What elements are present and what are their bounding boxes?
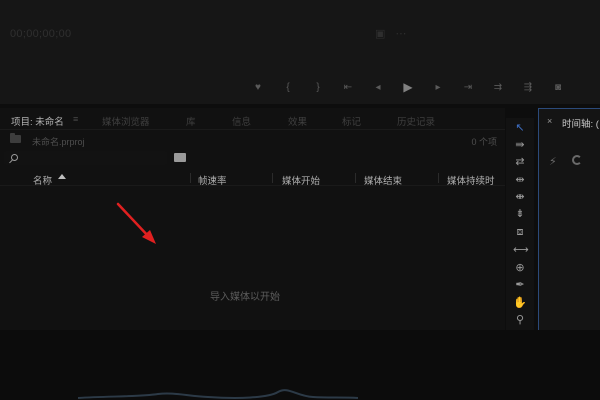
tab-media-browser[interactable]: 媒体浏览器 — [102, 114, 150, 128]
snap-icon[interactable]: ⚡ — [549, 155, 557, 168]
column-divider[interactable] — [272, 173, 273, 183]
export-frame-icon[interactable]: ▣ — [375, 27, 385, 40]
column-divider[interactable] — [438, 173, 439, 183]
column-divider[interactable] — [355, 173, 356, 183]
monitor-icon-group: ▣ ⋯ — [375, 27, 406, 40]
search-row — [0, 150, 505, 166]
audio-waveform-decoration — [78, 389, 358, 399]
overwrite-icon[interactable]: ⇶ — [513, 82, 543, 93]
column-frame-rate[interactable]: 帧速率 — [198, 173, 227, 187]
linked-selection-icon[interactable] — [572, 155, 582, 165]
hand-tool-icon[interactable]: ✒ — [513, 279, 527, 291]
folder-icon — [10, 133, 21, 143]
tab-effects[interactable]: 效果 — [288, 114, 307, 128]
column-media-end[interactable]: 媒体结束 — [364, 173, 402, 187]
insert-icon[interactable]: ⇉ — [483, 82, 513, 93]
slide-tool-icon[interactable]: ⟷ — [513, 244, 529, 256]
pen-tool-icon[interactable]: ⊕ — [513, 262, 527, 274]
rate-stretch-tool-icon[interactable]: ⇼ — [513, 191, 527, 203]
import-media-hint[interactable]: 导入媒体以开始 — [210, 288, 280, 303]
tab-info[interactable]: 信息 — [232, 114, 251, 128]
mark-in-icon[interactable]: { — [273, 82, 303, 93]
close-icon[interactable]: × — [547, 116, 552, 126]
project-panel: 项目: 未命名 ≡ 媒体浏览器 库 信息 效果 标记 历史记录 未命名.prpr… — [0, 108, 505, 330]
step-back-icon[interactable]: ◂ — [363, 82, 393, 93]
column-media-duration[interactable]: 媒体持续时 — [447, 173, 495, 187]
monitor-timecode[interactable]: 00;00;00;00 — [10, 28, 71, 40]
item-count: 0 个项 — [471, 137, 497, 147]
camera-icon[interactable]: ◙ — [543, 82, 573, 93]
tab-markers[interactable]: 标记 — [342, 114, 361, 128]
bottom-strip — [0, 330, 600, 400]
column-header-row: 名称 帧速率 媒体开始 媒体结束 媒体持续时 — [0, 170, 505, 187]
tab-project[interactable]: 项目: 未命名 — [11, 114, 64, 128]
column-name[interactable]: 名称 — [33, 173, 52, 187]
timeline-title[interactable]: 时间轴: ( — [562, 116, 599, 130]
magnify-tool-icon[interactable]: ⚲ — [513, 314, 527, 326]
sort-ascending-icon[interactable] — [58, 174, 66, 179]
annotation-arrow — [116, 202, 156, 244]
play-icon[interactable]: ▶ — [393, 80, 423, 94]
step-forward-icon[interactable]: ▸ — [423, 82, 453, 93]
marker-icon[interactable]: ♥ — [243, 82, 273, 93]
selection-tool-icon[interactable]: ↖ — [513, 122, 527, 134]
search-input[interactable] — [4, 151, 167, 165]
column-divider[interactable] — [190, 173, 191, 183]
zoom-tool-icon[interactable]: ✋ — [513, 297, 527, 309]
tab-menu-icon[interactable]: ≡ — [73, 114, 78, 124]
new-bin-icon[interactable] — [174, 153, 186, 162]
search-icon — [11, 154, 18, 161]
column-media-start[interactable]: 媒体开始 — [282, 173, 320, 187]
razor-tool-icon[interactable]: ⇟ — [513, 208, 527, 220]
project-file-name: 未命名.prproj — [32, 137, 85, 147]
ripple-edit-tool-icon[interactable]: ⇄ — [513, 156, 527, 168]
track-select-forward-icon[interactable]: ⇛ — [513, 139, 527, 151]
panel-tab-bar: 项目: 未命名 ≡ 媒体浏览器 库 信息 效果 标记 历史记录 — [0, 108, 505, 130]
program-monitor: 00;00;00;00 ▣ ⋯ ♥ { } ⇤ ◂ ▶ ▸ ⇥ ⇉ ⇶ ◙ — [0, 0, 600, 104]
project-path-row: 未命名.prproj 0 个项 — [0, 132, 505, 148]
go-to-in-icon[interactable]: ⇤ — [333, 82, 363, 93]
tab-libraries[interactable]: 库 — [186, 114, 196, 128]
mark-out-icon[interactable]: } — [303, 82, 333, 93]
tab-history[interactable]: 历史记录 — [397, 114, 435, 128]
slip-tool-icon[interactable]: ⧈ — [513, 226, 527, 238]
tools-panel: ↖ ⇛ ⇄ ⇹ ⇼ ⇟ ⧈ ⟷ ⊕ ✒ ✋ ⚲ — [506, 118, 534, 330]
more-icon[interactable]: ⋯ — [395, 27, 406, 40]
rolling-edit-tool-icon[interactable]: ⇹ — [513, 174, 527, 186]
transport-controls: ♥ { } ⇤ ◂ ▶ ▸ ⇥ ⇉ ⇶ ◙ — [243, 80, 573, 94]
go-to-out-icon[interactable]: ⇥ — [453, 82, 483, 93]
timeline-panel: × 时间轴: ( ⚡ — [538, 108, 600, 330]
